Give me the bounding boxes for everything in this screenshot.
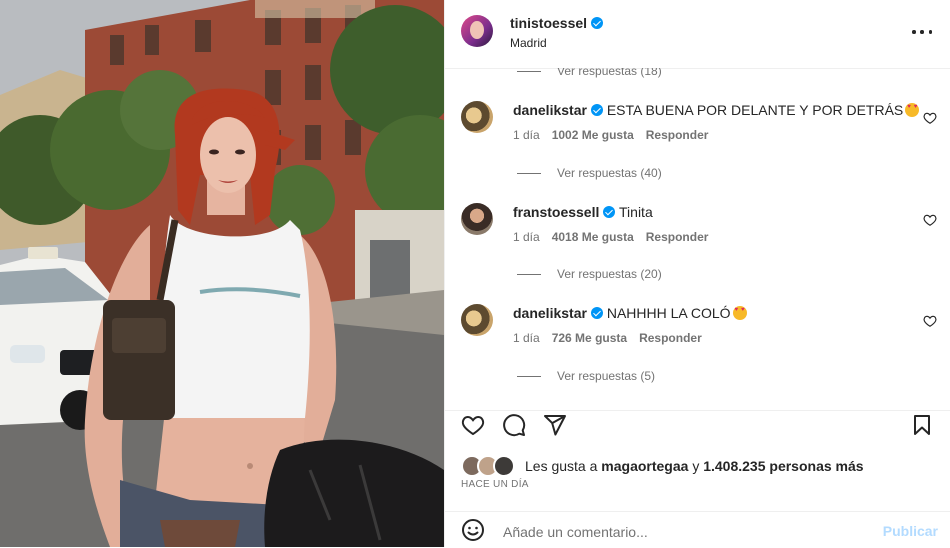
comment-text: danelikstar NAHHHH LA COLÓ [513, 305, 747, 321]
likes-summary: Les gusta a magaortegaa y 1.408.235 pers… [461, 455, 864, 477]
likes-text: Les gusta a magaortegaa y 1.408.235 pers… [525, 458, 864, 474]
publish-button[interactable]: Publicar [883, 523, 938, 539]
comment-meta: 1 día 726 Me gusta Responder [513, 331, 702, 345]
comment-heart-icon[interactable] [923, 213, 937, 227]
likes-prefix: Les gusta a [525, 458, 598, 474]
more-icon[interactable] [912, 22, 932, 42]
commenter-username[interactable]: danelikstar [513, 305, 587, 321]
comment-likes[interactable]: 1002 Me gusta [552, 128, 634, 142]
verified-icon [603, 206, 616, 218]
view-replies-label[interactable]: Ver respuestas (20) [557, 267, 662, 281]
commenter-avatar[interactable] [461, 304, 493, 336]
emoji-icon[interactable] [461, 518, 485, 542]
comment-meta: 1 día 1002 Me gusta Responder [513, 128, 708, 142]
replies-divider [517, 273, 541, 275]
comment-item: danelikstar NAHHHH LA COLÓ 1 día 726 Me … [461, 304, 941, 364]
view-replies-label[interactable]: Ver respuestas (40) [557, 166, 662, 180]
replies-divider [517, 375, 541, 377]
replies-divider [517, 172, 541, 174]
comment-heart-icon[interactable] [923, 111, 937, 125]
comment-likes[interactable]: 726 Me gusta [552, 331, 627, 345]
post-panel: tinistoessel Madrid Ver respuestas (18) … [444, 0, 950, 547]
reply-button[interactable]: Responder [646, 128, 709, 142]
comment-time[interactable]: 1 día [513, 230, 540, 244]
comment-time[interactable]: 1 día [513, 331, 540, 345]
likes-user[interactable]: magaortegaa [601, 458, 688, 474]
comment-body: NAHHHH LA COLÓ [606, 305, 731, 321]
post-header: tinistoessel Madrid [445, 0, 950, 69]
comment-body: ESTA BUENA POR DELANTE Y POR DETRÁS [606, 102, 904, 118]
comments-list[interactable]: Ver respuestas (18) danelikstar ESTA BUE… [445, 68, 950, 410]
post-timestamp[interactable]: HACE UN DÍA [461, 479, 529, 490]
comment-icon[interactable] [502, 413, 526, 437]
heart-icon[interactable] [461, 413, 485, 437]
verified-icon [590, 307, 603, 319]
author-avatar[interactable] [461, 15, 493, 47]
comment-body: Tinita [619, 204, 653, 220]
comment-likes[interactable]: 4018 Me gusta [552, 230, 634, 244]
comment-text: danelikstar ESTA BUENA POR DELANTE Y POR… [513, 102, 920, 118]
post-location[interactable]: Madrid [510, 36, 547, 50]
comment-meta: 1 día 4018 Me gusta Responder [513, 230, 708, 244]
view-replies-label[interactable]: Ver respuestas (5) [557, 369, 655, 383]
comment-time[interactable]: 1 día [513, 128, 540, 142]
commenter-avatar[interactable] [461, 203, 493, 235]
instagram-post: tinistoessel Madrid Ver respuestas (18) … [0, 0, 950, 547]
comment-text: franstoessell Tinita [513, 204, 653, 220]
likes-count[interactable]: 1.408.235 personas más [703, 458, 863, 474]
view-replies-button[interactable]: Ver respuestas (40) [517, 166, 662, 180]
post-photo[interactable] [0, 0, 444, 547]
post-image [0, 0, 444, 547]
view-replies-label[interactable]: Ver respuestas (18) [557, 68, 662, 78]
view-replies-button[interactable]: Ver respuestas (5) [517, 369, 655, 383]
author-username-text[interactable]: tinistoessel [510, 15, 587, 31]
commenter-username[interactable]: franstoessell [513, 204, 599, 220]
view-replies-button[interactable]: Ver respuestas (18) [517, 68, 662, 78]
liker-avatar[interactable] [493, 455, 515, 477]
verified-icon [590, 104, 603, 116]
replies-divider [517, 70, 541, 72]
verified-icon [591, 17, 604, 29]
comment-input[interactable] [501, 517, 865, 547]
heart-eyes-emoji-icon [905, 103, 920, 117]
likes-middle: y [692, 458, 700, 474]
comment-heart-icon[interactable] [923, 314, 937, 328]
view-replies-button[interactable]: Ver respuestas (20) [517, 267, 662, 281]
add-comment-bar: Publicar [445, 511, 950, 548]
bookmark-icon[interactable] [910, 413, 934, 437]
share-icon[interactable] [543, 413, 567, 437]
heart-eyes-emoji-icon [732, 306, 747, 320]
commenter-avatar[interactable] [461, 101, 493, 133]
author-username[interactable]: tinistoessel [510, 15, 604, 31]
comment-item: franstoessell Tinita 1 día 4018 Me gusta… [461, 203, 941, 263]
comment-item: danelikstar ESTA BUENA POR DELANTE Y POR… [461, 101, 941, 161]
reply-button[interactable]: Responder [646, 230, 709, 244]
commenter-username[interactable]: danelikstar [513, 102, 587, 118]
reply-button[interactable]: Responder [639, 331, 702, 345]
action-bar [445, 410, 950, 455]
